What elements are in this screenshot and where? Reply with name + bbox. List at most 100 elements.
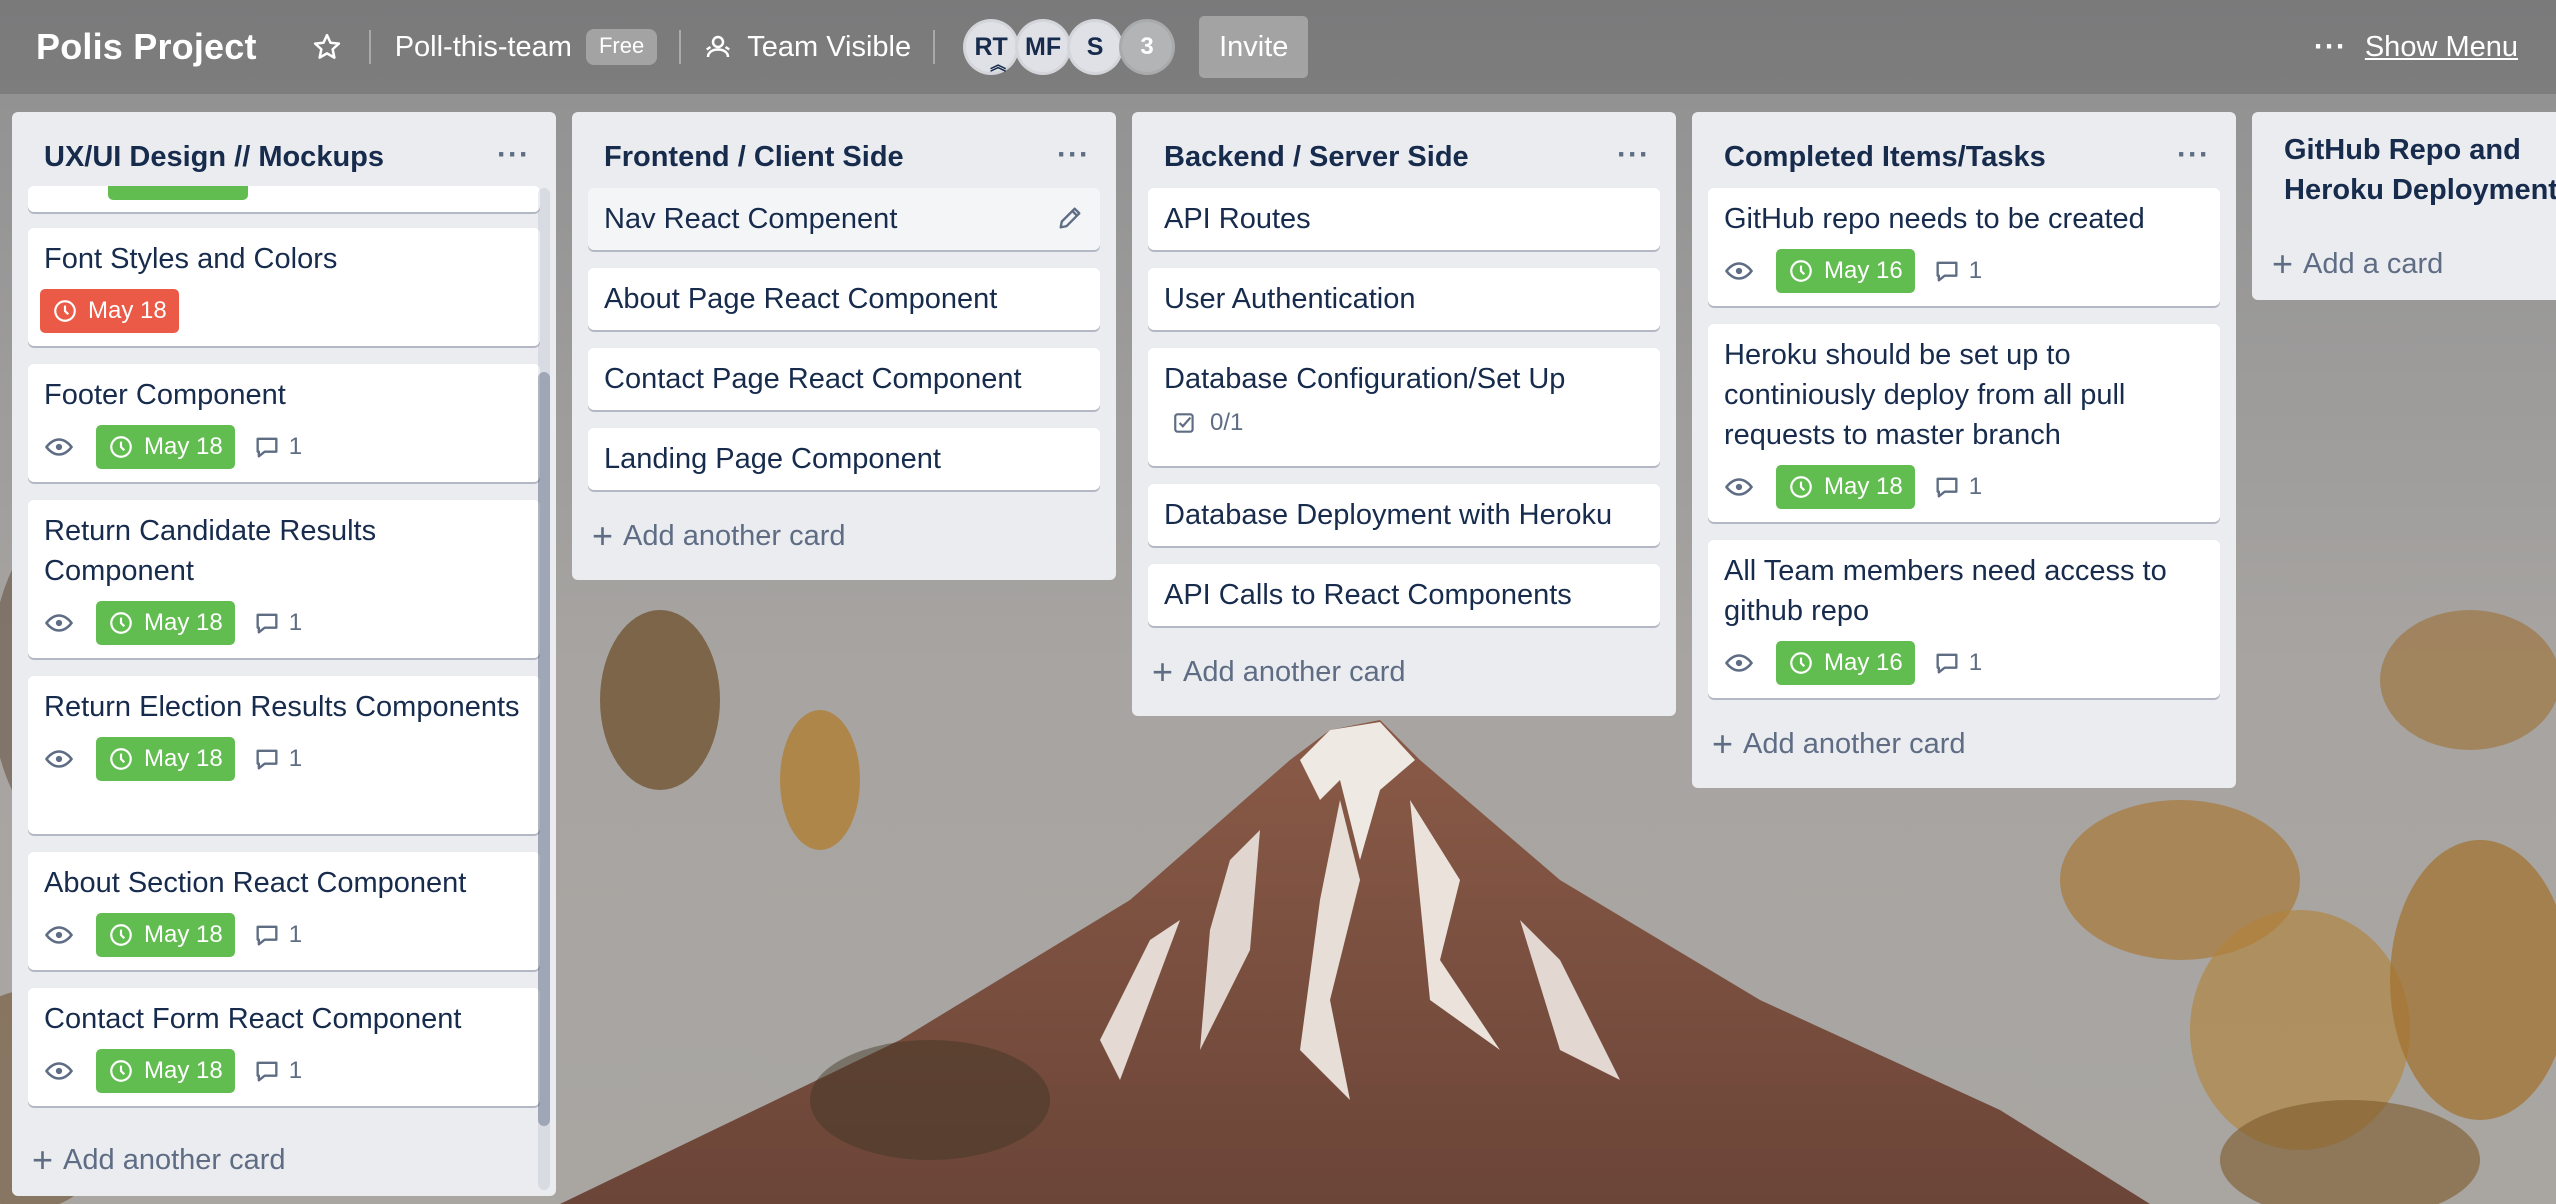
show-menu-button[interactable]: ··· Show Menu — [2314, 0, 2518, 94]
list-card[interactable]: Footer Component May 18 1 — [28, 364, 540, 482]
team-name: Poll-this-team — [394, 30, 572, 63]
watching-eye-icon — [44, 739, 84, 779]
due-date-text: May 16 — [1824, 257, 1903, 284]
list-card[interactable]: Nav React Compenent — [588, 188, 1100, 250]
due-date-text: May 18 — [144, 609, 223, 636]
list-card[interactable]: Database Deployment with Heroku — [1148, 484, 1660, 546]
due-date-text: May 18 — [144, 745, 223, 772]
card-title: Landing Page Component — [604, 443, 941, 475]
board-title[interactable]: Polis Project — [36, 26, 257, 68]
avatar[interactable]: MF — [1015, 19, 1072, 75]
avatar[interactable]: RT ︽ — [963, 19, 1020, 75]
scrollbar-thumb[interactable] — [538, 372, 550, 1126]
clock-icon — [54, 300, 76, 322]
list-card[interactable]: User Authentication — [1148, 268, 1660, 330]
card-badges: May 16 1 — [1724, 249, 2204, 293]
list-menu-icon[interactable]: ··· — [497, 138, 530, 172]
team-button[interactable]: Poll-this-team Free — [371, 29, 658, 65]
add-card-button[interactable]: + Add a card — [2272, 246, 2443, 282]
team-visibility-icon — [706, 35, 731, 58]
list-completed: Completed Items/Tasks ··· GitHub repo ne… — [1692, 112, 2236, 788]
list-card[interactable]: Contact Form React Component May 18 1 — [28, 988, 540, 1106]
add-card-button[interactable]: + Add another card — [592, 518, 846, 554]
list-menu-icon[interactable]: ··· — [1057, 138, 1090, 172]
card-title: Footer Component — [44, 379, 286, 411]
due-date-badge[interactable]: May 18 — [96, 425, 235, 469]
watching-eye-icon — [44, 915, 84, 955]
watching-eye-icon — [1724, 643, 1764, 683]
pencil-edit-icon[interactable] — [1056, 204, 1084, 237]
watching-eye-icon — [44, 1051, 84, 1091]
list-card[interactable]: Font Styles and Colors May 18 — [28, 228, 540, 346]
due-date-text: May 18 — [1824, 473, 1903, 500]
list-card[interactable]: Landing Page Component — [588, 428, 1100, 490]
add-card-label: Add another card — [63, 1143, 286, 1176]
checklist-badge: 0/1 — [1172, 409, 1243, 437]
list-scrollbar[interactable] — [538, 188, 550, 1190]
list-menu-icon[interactable]: ··· — [1617, 138, 1650, 172]
list-card[interactable]: API Calls to React Components — [1148, 564, 1660, 626]
due-date-text: May 18 — [144, 1057, 223, 1084]
list-header[interactable]: GitHub Repo and Heroku Deployment — [2252, 112, 2556, 216]
due-date-badge[interactable]: May 16 — [1776, 249, 1915, 293]
card-title: Database Deployment with Heroku — [1164, 499, 1613, 531]
list-card[interactable]: Return Candidate Results Component May 1… — [28, 500, 540, 658]
due-date-badge[interactable]: May 18 — [1776, 465, 1915, 509]
comment-count-text: 1 — [1968, 473, 1983, 500]
clock-icon — [1790, 260, 1812, 282]
card-title: API Calls to React Components — [1164, 579, 1572, 611]
list-card[interactable]: Heroku should be set up to continiously … — [1708, 324, 2220, 522]
card-title: GitHub repo needs to be created — [1724, 203, 2145, 235]
add-card-label: Add another card — [623, 519, 846, 552]
more-members-badge[interactable]: 3 — [1119, 19, 1176, 75]
comment-icon — [1936, 477, 1958, 498]
card-badges: May 18 1 — [44, 425, 524, 469]
watching-eye-icon — [44, 603, 84, 643]
checklist-progress: 0/1 — [1210, 409, 1244, 436]
avatar[interactable]: S — [1067, 19, 1124, 75]
add-card-label: Add another card — [1743, 727, 1966, 760]
list-clip-wrapper: GitHub Repo and Heroku Deployment + Add … — [2252, 112, 2556, 302]
board-header: Polis Project Poll-this-team Free Team V… — [0, 0, 2556, 94]
comment-count-text: 1 — [288, 745, 303, 772]
list-title: Frontend / Client Side — [604, 140, 904, 173]
card-title: About Page React Component — [604, 283, 998, 315]
clock-icon — [110, 436, 132, 458]
list-card-partial[interactable] — [28, 186, 540, 212]
add-card-button[interactable]: + Add another card — [1712, 726, 1966, 762]
list-title: Backend / Server Side — [1164, 140, 1469, 173]
star-board-button[interactable] — [307, 27, 347, 67]
list-menu-icon[interactable]: ··· — [2177, 138, 2210, 172]
due-date-badge[interactable]: May 18 — [40, 289, 179, 333]
card-badges: May 18 1 — [44, 601, 524, 645]
plus-icon: + — [592, 515, 614, 556]
list-card[interactable]: Return Election Results Components May 1… — [28, 676, 540, 834]
plus-icon: + — [2272, 243, 2294, 284]
comment-count: 1 — [253, 921, 302, 949]
list-card[interactable]: All Team members need access to github r… — [1708, 540, 2220, 698]
list-card[interactable]: Contact Page React Component — [588, 348, 1100, 410]
list-card[interactable]: About Page React Component — [588, 268, 1100, 330]
visibility-button[interactable]: Team Visible — [703, 31, 911, 64]
card-title: Heroku should be set up to continiously … — [1724, 339, 2126, 451]
comment-count: 1 — [253, 609, 302, 637]
clock-icon — [1790, 476, 1812, 498]
list-card[interactable]: API Routes — [1148, 188, 1660, 250]
plus-icon: + — [1712, 723, 1734, 764]
due-date-badge[interactable]: May 18 — [96, 1049, 235, 1093]
due-date-badge[interactable]: May 18 — [96, 737, 235, 781]
due-date-badge[interactable]: May 18 — [96, 601, 235, 645]
invite-button[interactable]: Invite — [1199, 16, 1309, 78]
card-title: API Routes — [1164, 203, 1311, 235]
list-card[interactable]: Database Configuration/Set Up 0/1 — [1148, 348, 1660, 466]
comment-icon — [256, 613, 278, 634]
due-date-badge[interactable]: May 18 — [96, 913, 235, 957]
due-date-badge — [108, 186, 248, 200]
comment-icon — [1936, 261, 1958, 282]
comment-count: 1 — [253, 1057, 302, 1085]
list-card[interactable]: About Section React Component May 18 1 — [28, 852, 540, 970]
list-card[interactable]: GitHub repo needs to be created May 16 1 — [1708, 188, 2220, 306]
add-card-button[interactable]: + Add another card — [1152, 654, 1406, 690]
due-date-badge[interactable]: May 16 — [1776, 641, 1915, 685]
add-card-button[interactable]: + Add another card — [32, 1142, 286, 1178]
